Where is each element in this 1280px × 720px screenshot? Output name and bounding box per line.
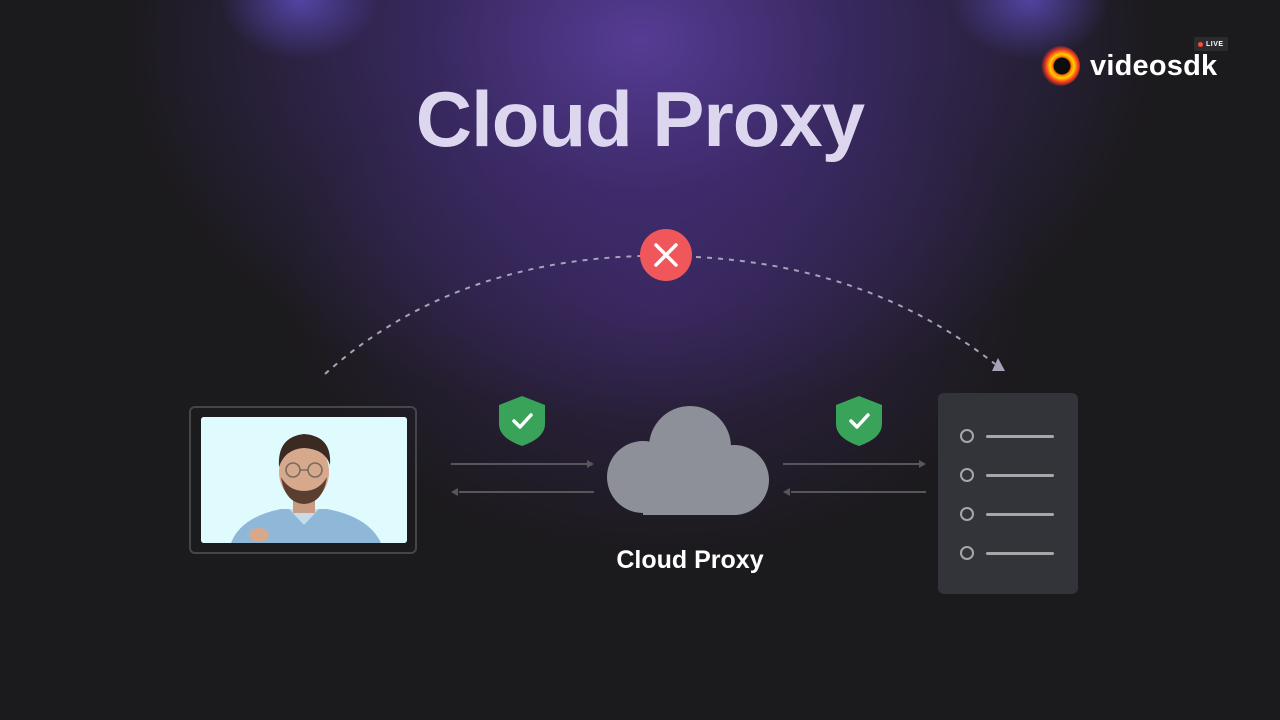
- server-row: [960, 507, 1054, 521]
- direct-path-arc: [324, 255, 641, 375]
- cloud-icon: [607, 406, 769, 515]
- server-line: [986, 551, 1054, 555]
- server-led-icon: [960, 468, 974, 482]
- server-icon: [938, 393, 1078, 594]
- client-proxy-arrows: [451, 460, 594, 496]
- person-video-thumbnail: [201, 417, 407, 543]
- server-led-icon: [960, 546, 974, 560]
- cloud-proxy-label: Cloud Proxy: [616, 546, 764, 574]
- server-line: [986, 434, 1054, 438]
- server-led-icon: [960, 429, 974, 443]
- server-led-icon: [960, 507, 974, 521]
- server-row: [960, 546, 1054, 560]
- server-row: [960, 468, 1054, 482]
- server-line: [986, 473, 1054, 477]
- server-line: [986, 512, 1054, 516]
- client-device: [189, 406, 417, 554]
- shield-check-icon-right: [836, 396, 882, 446]
- server-row: [960, 429, 1054, 443]
- proxy-server-arrows: [783, 460, 926, 496]
- shield-check-icon-left: [499, 396, 545, 446]
- network-diagram: [324, 229, 1005, 515]
- video-thumbnail: [201, 417, 407, 543]
- direct-path-arrowhead: [992, 358, 1005, 371]
- blocked-x-icon: [640, 229, 692, 281]
- direct-path-arc-right: [695, 256, 996, 365]
